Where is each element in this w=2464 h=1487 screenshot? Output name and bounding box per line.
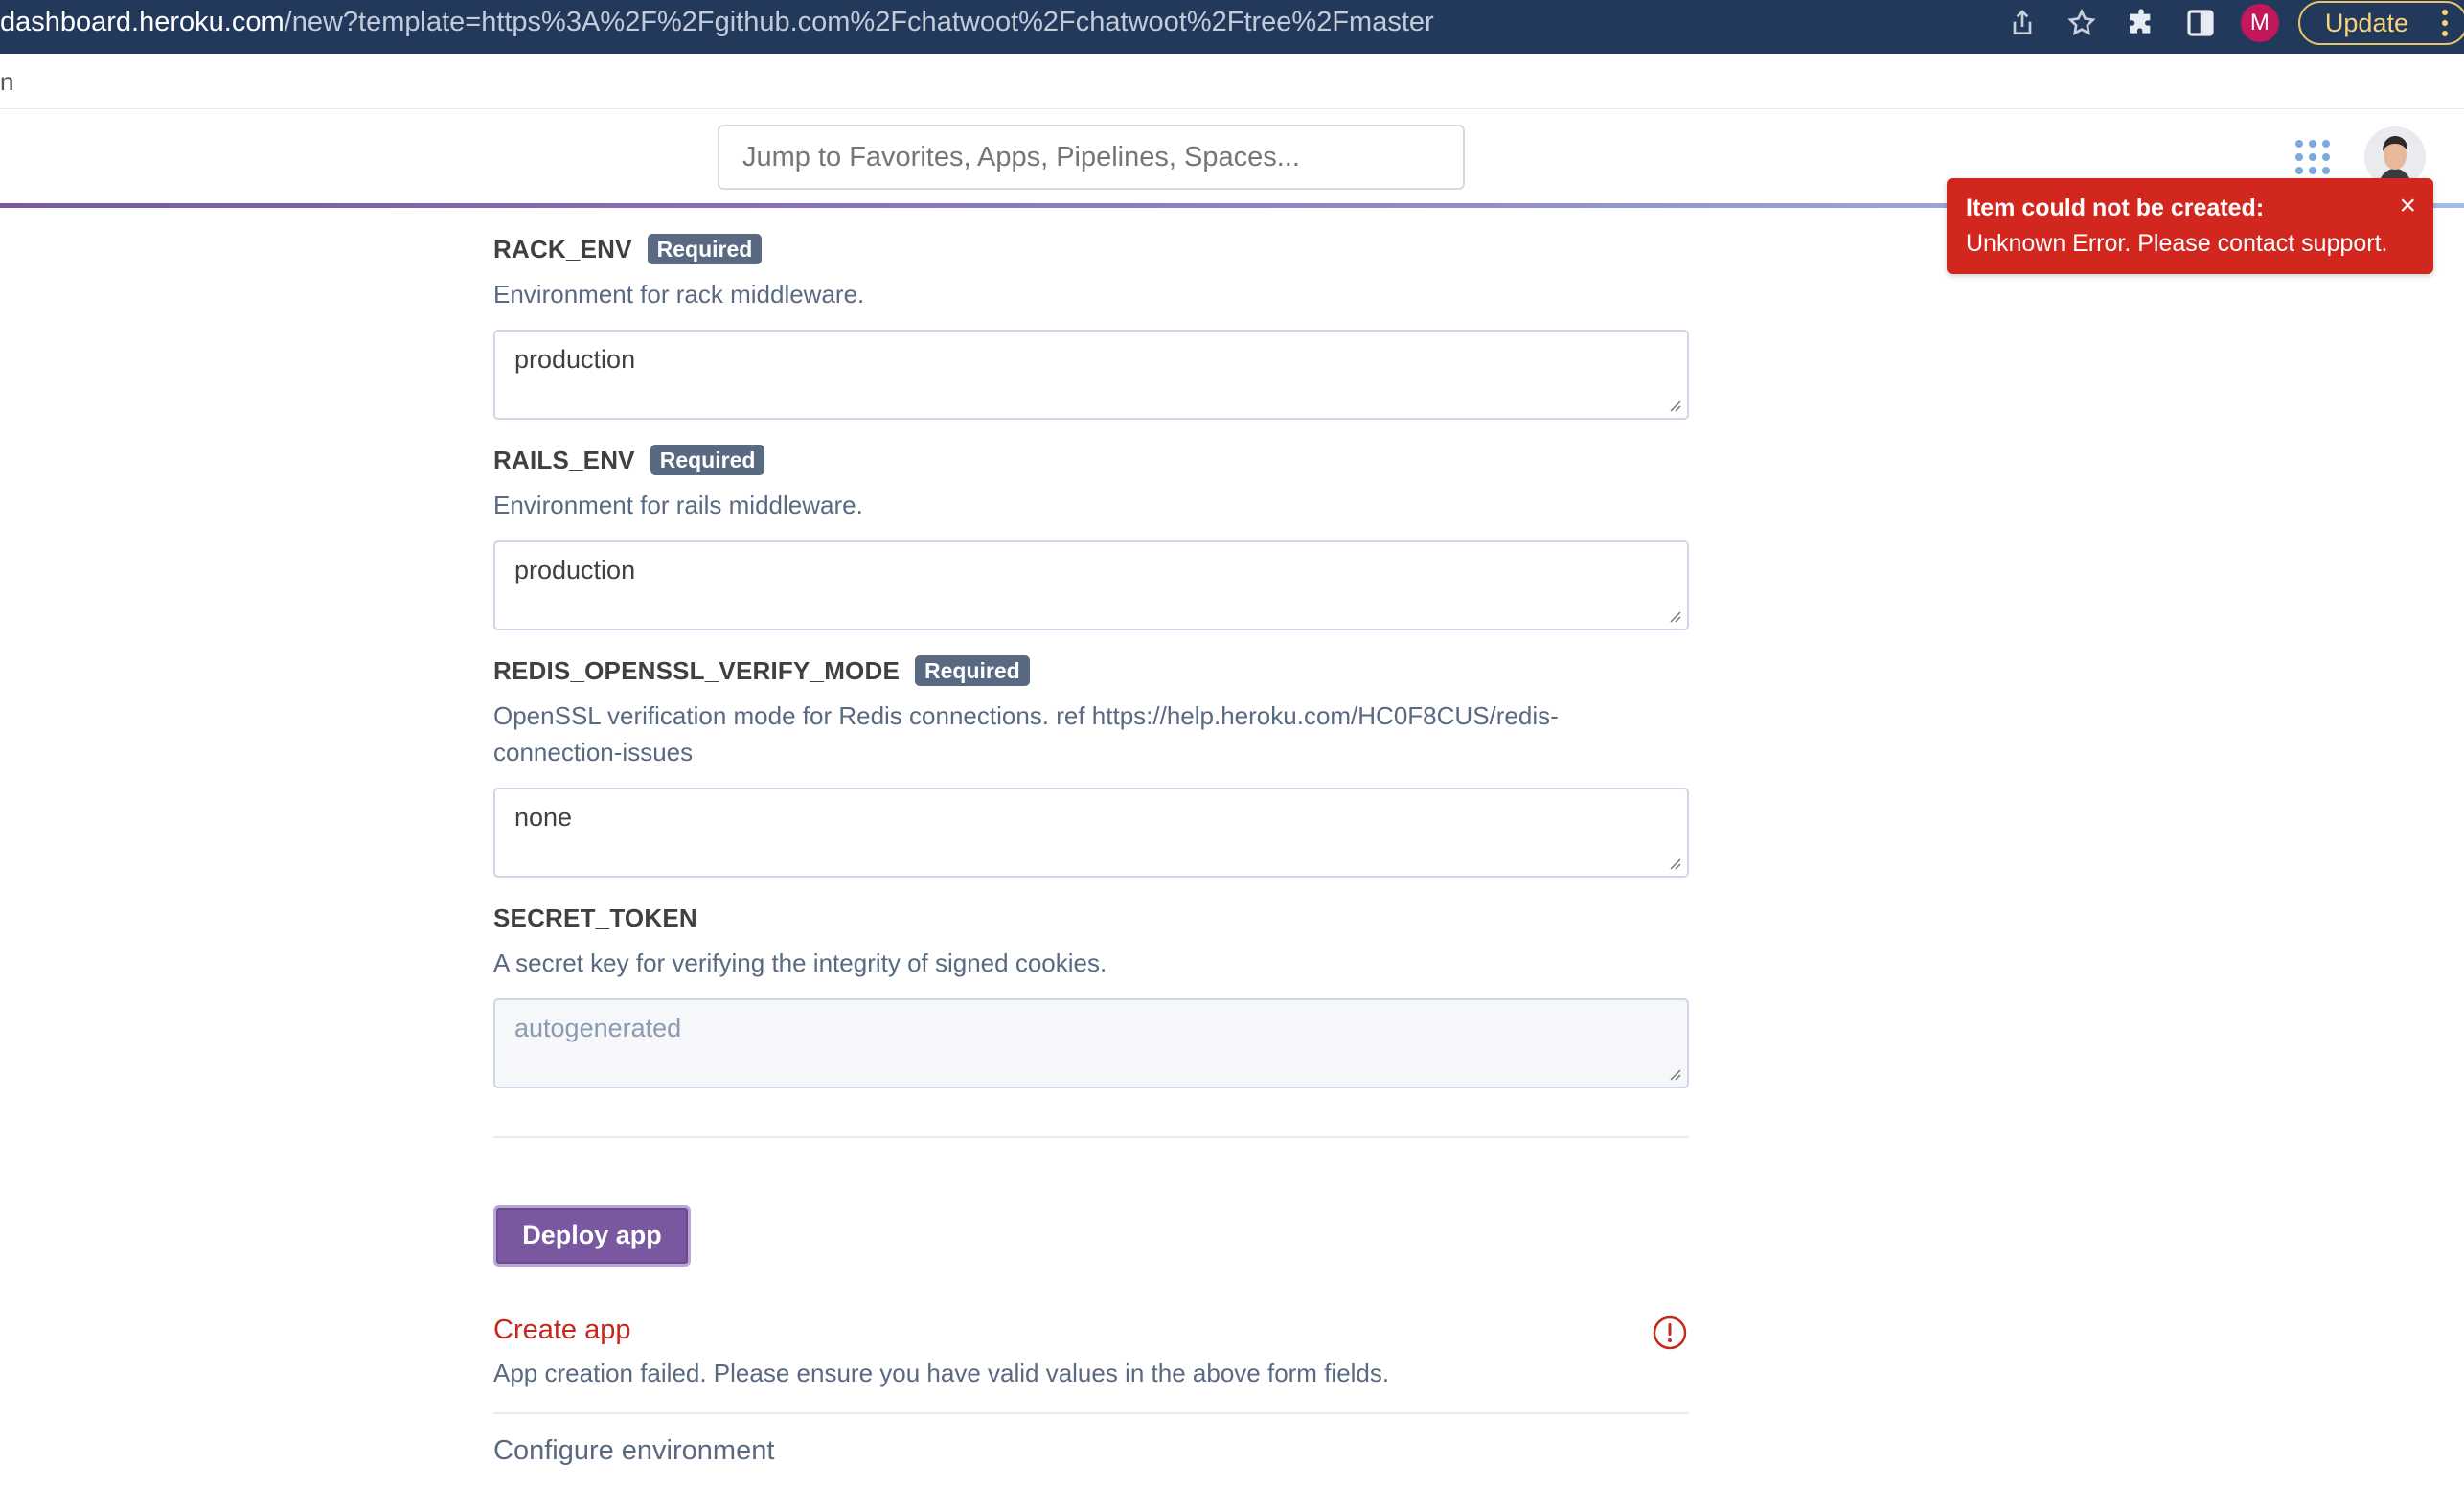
- jump-search-input[interactable]: [718, 125, 1465, 190]
- field-label: SECRET_TOKEN: [493, 899, 1689, 937]
- apps-grid-icon[interactable]: [2293, 138, 2332, 176]
- browser-actions: M Update: [2003, 0, 2464, 46]
- toast-title: Item could not be created:: [1966, 194, 2265, 221]
- field-rack-env: RACK_ENV Required Environment for rack m…: [493, 230, 1689, 420]
- field-description: OpenSSL verification mode for Redis conn…: [493, 698, 1689, 770]
- rails-env-textarea[interactable]: production: [493, 540, 1689, 630]
- field-secret-token: SECRET_TOKEN A secret key for verifying …: [493, 899, 1689, 1088]
- resize-grip-icon[interactable]: [1668, 609, 1681, 623]
- toast-message: Unknown Error. Please contact support.: [1966, 230, 2388, 257]
- field-placeholder: autogenerated: [514, 1014, 682, 1042]
- extensions-puzzle-icon[interactable]: [2122, 4, 2160, 42]
- browser-update-button[interactable]: Update: [2297, 1, 2464, 45]
- bookmark-star-icon[interactable]: [2063, 4, 2101, 42]
- field-description: Environment for rails middleware.: [493, 491, 863, 519]
- resize-grip-icon[interactable]: [1668, 1067, 1681, 1081]
- field-label: RAILS_ENV Required: [493, 441, 1689, 479]
- create-app-step-title: Create app: [493, 1315, 631, 1345]
- field-name: REDIS_OPENSSL_VERIFY_MODE: [493, 655, 900, 685]
- field-rails-env: RAILS_ENV Required Environment for rails…: [493, 441, 1689, 630]
- field-description: Environment for rack middleware.: [493, 280, 865, 309]
- more-vertical-icon[interactable]: [2441, 9, 2449, 37]
- address-bar[interactable]: dashboard.heroku.com/new?template=https%…: [0, 0, 1434, 46]
- field-label: RACK_ENV Required: [493, 230, 1689, 268]
- resize-grip-icon[interactable]: [1668, 399, 1681, 412]
- side-panel-icon[interactable]: [2181, 4, 2220, 42]
- required-badge: Required: [647, 234, 763, 264]
- required-badge: Required: [650, 445, 765, 475]
- step-divider: [493, 1412, 1689, 1414]
- field-description-line: connection-issues: [493, 738, 694, 766]
- redis-verify-mode-textarea[interactable]: none: [493, 788, 1689, 878]
- configure-environment-step-title: Configure environment: [493, 1435, 775, 1466]
- field-description: A secret key for verifying the integrity…: [493, 949, 1107, 977]
- field-redis-openssl-verify-mode: REDIS_OPENSSL_VERIFY_MODE Required OpenS…: [493, 652, 1689, 878]
- create-app-step-description: App creation failed. Please ensure you h…: [493, 1359, 1390, 1387]
- field-name: RAILS_ENV: [493, 445, 635, 474]
- resize-grip-icon[interactable]: [1668, 857, 1681, 870]
- field-value: production: [514, 556, 636, 584]
- url-path: /new?template=https%3A%2F%2Fgithub.com%2…: [284, 7, 1434, 37]
- secret-token-textarea[interactable]: autogenerated: [493, 998, 1689, 1088]
- field-description-line: OpenSSL verification mode for Redis conn…: [493, 701, 1559, 730]
- bookmarks-bar: n: [0, 54, 2464, 109]
- share-icon[interactable]: [2003, 4, 2042, 42]
- error-alert-icon: [1653, 1315, 1687, 1350]
- url-host: dashboard.heroku.com: [0, 7, 285, 37]
- field-name: RACK_ENV: [493, 234, 632, 263]
- bookmark-fragment[interactable]: n: [0, 67, 13, 97]
- error-toast: Item could not be created: Unknown Error…: [1947, 178, 2433, 274]
- form-divider: [493, 1136, 1689, 1138]
- field-value: production: [514, 345, 636, 374]
- field-label: REDIS_OPENSSL_VERIFY_MODE Required: [493, 652, 1689, 690]
- browser-toolbar: dashboard.heroku.com/new?template=https%…: [0, 0, 2464, 54]
- field-name: SECRET_TOKEN: [493, 903, 697, 932]
- update-label: Update: [2324, 9, 2408, 37]
- profile-avatar[interactable]: M: [2240, 4, 2279, 42]
- deploy-app-button[interactable]: Deploy app: [493, 1205, 691, 1267]
- config-vars-form: RACK_ENV Required Environment for rack m…: [493, 230, 1689, 1138]
- rack-env-textarea[interactable]: production: [493, 330, 1689, 420]
- field-value: none: [514, 803, 573, 832]
- required-badge: Required: [915, 655, 1030, 686]
- toast-close-icon[interactable]: ×: [2399, 192, 2416, 220]
